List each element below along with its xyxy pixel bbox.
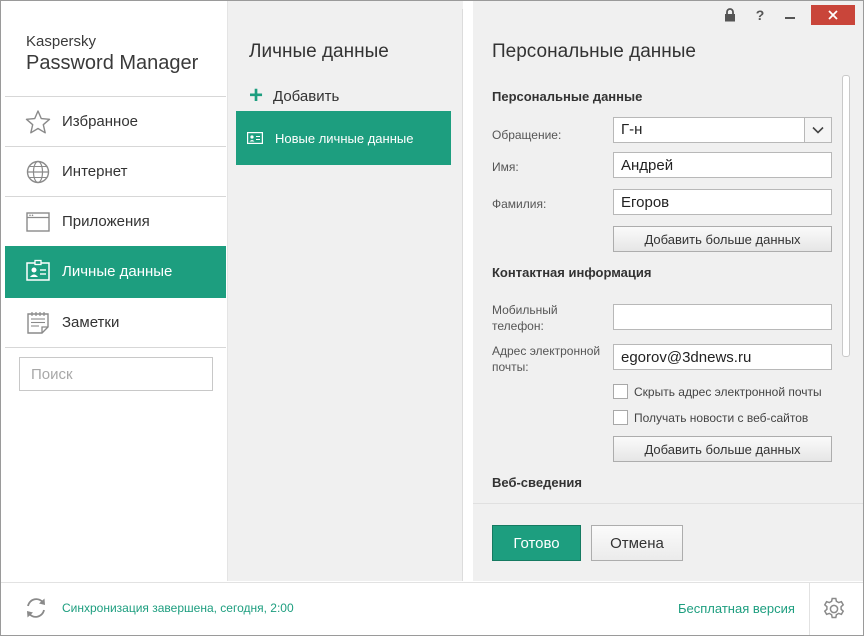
id-card-icon	[26, 259, 50, 281]
scrollbar-thumb[interactable]	[842, 75, 850, 357]
done-button[interactable]: Готово	[492, 525, 581, 561]
salutation-select[interactable]: Г-н	[613, 117, 832, 143]
receive-news-checkbox[interactable]: Получать новости с веб-сайтов	[613, 410, 808, 425]
footer-divider	[809, 583, 810, 635]
add-more-data-button-2[interactable]: Добавить больше данных	[613, 436, 832, 462]
lastname-field[interactable]	[613, 189, 832, 215]
gear-icon[interactable]	[821, 596, 847, 622]
add-button-label: Добавить	[273, 87, 340, 105]
scrollbar[interactable]	[841, 73, 850, 503]
sidebar-nav: Избранное Интернет Приложения Личные дан…	[5, 96, 226, 348]
sync-icon[interactable]	[23, 595, 49, 621]
sidebar-item-favorites[interactable]: Избранное	[5, 97, 226, 147]
firstname-field[interactable]	[613, 152, 832, 178]
sync-status-text: Синхронизация завершена, сегодня, 2:00	[62, 601, 294, 615]
mobile-phone-field[interactable]	[613, 304, 832, 330]
sidebar-item-label: Приложения	[62, 213, 150, 230]
email-label: Адрес электронной почты:	[492, 343, 600, 375]
sidebar-item-notes[interactable]: Заметки	[5, 298, 226, 348]
sidebar: Kaspersky Password Manager Избранное Инт…	[5, 1, 226, 581]
email-label-line2: почты:	[492, 360, 529, 374]
list-item-label: Новые личные данные	[275, 130, 414, 146]
minimize-icon	[785, 17, 795, 19]
status-bar: Синхронизация завершена, сегодня, 2:00 Б…	[1, 582, 863, 635]
section-web-heading: Веб-сведения	[492, 475, 582, 490]
close-icon	[828, 10, 838, 20]
star-icon	[25, 110, 51, 134]
salutation-value: Г-н	[621, 121, 643, 138]
help-button[interactable]: ?	[747, 5, 773, 25]
brand-line1: Kaspersky	[26, 33, 97, 50]
window-icon	[26, 212, 50, 232]
close-button[interactable]	[811, 5, 855, 25]
add-button[interactable]: + Добавить	[249, 82, 340, 109]
sidebar-item-label: Личные данные	[62, 263, 173, 280]
sidebar-item-personal-data[interactable]: Личные данные	[5, 246, 226, 298]
panel-title: Персональные данные	[492, 41, 696, 62]
cancel-button[interactable]: Отмена	[591, 525, 683, 561]
sidebar-item-internet[interactable]: Интернет	[5, 147, 226, 197]
section-personal-heading: Персональные данные	[492, 89, 643, 104]
email-field[interactable]	[613, 344, 832, 370]
search-input[interactable]	[19, 357, 213, 391]
notepad-icon	[27, 312, 49, 334]
section-contact-heading: Контактная информация	[492, 265, 652, 280]
sidebar-item-applications[interactable]: Приложения	[5, 197, 226, 247]
email-label-line1: Адрес электронной	[492, 344, 601, 358]
hide-email-checkbox[interactable]: Скрыть адрес электронной почты	[613, 384, 822, 399]
brand-logo: Kaspersky Password Manager	[26, 33, 198, 75]
column-divider	[462, 9, 463, 581]
entries-column: Личные данные + Добавить Новые личные да…	[227, 1, 463, 581]
free-version-link[interactable]: Бесплатная версия	[678, 601, 795, 616]
sidebar-item-label: Интернет	[62, 163, 128, 180]
mobile-label-line1: Мобильный	[492, 303, 558, 317]
hide-email-label: Скрыть адрес электронной почты	[634, 384, 822, 399]
mobile-label: Мобильный телефон:	[492, 302, 558, 334]
firstname-label: Имя:	[492, 160, 519, 174]
lock-button[interactable]	[717, 5, 743, 25]
id-card-icon	[247, 132, 263, 144]
checkbox-box[interactable]	[613, 384, 628, 399]
window-controls: ?	[713, 5, 855, 25]
panel-divider	[473, 503, 863, 504]
minimize-button[interactable]	[777, 5, 803, 25]
salutation-label: Обращение:	[492, 128, 562, 142]
lastname-label: Фамилия:	[492, 197, 547, 211]
checkbox-box[interactable]	[613, 410, 628, 425]
details-panel: ? Персональные данные Персональные данны…	[473, 1, 863, 581]
lock-icon	[725, 8, 735, 22]
column-title: Личные данные	[249, 41, 389, 62]
plus-icon: +	[249, 82, 264, 109]
mobile-label-line2: телефон:	[492, 319, 544, 333]
add-more-data-button[interactable]: Добавить больше данных	[613, 226, 832, 252]
receive-news-label: Получать новости с веб-сайтов	[634, 410, 809, 425]
sidebar-item-label: Избранное	[62, 113, 139, 130]
list-item[interactable]: Новые личные данные	[236, 111, 451, 165]
app-window: Kaspersky Password Manager Избранное Инт…	[0, 0, 864, 636]
globe-icon	[26, 160, 50, 184]
sidebar-item-label: Заметки	[62, 314, 120, 331]
chevron-down-icon[interactable]	[804, 118, 831, 142]
brand-line2: Password Manager	[26, 52, 199, 74]
